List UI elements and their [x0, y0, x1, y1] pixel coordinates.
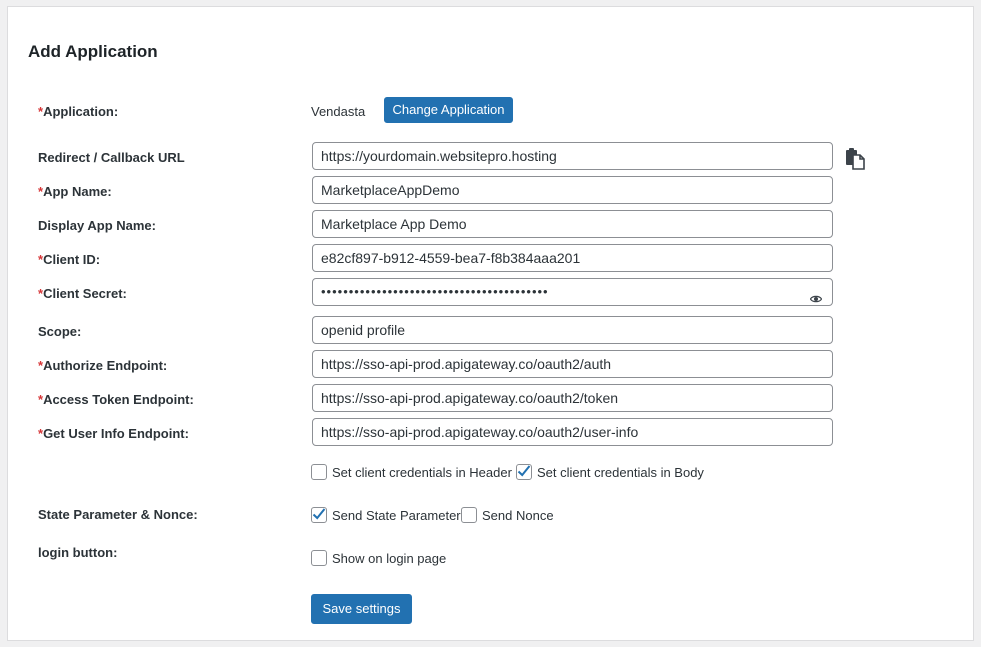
access-token-endpoint-label: *Access Token Endpoint: [38, 392, 194, 407]
application-value: Vendasta [311, 104, 366, 119]
change-application-button[interactable]: Change Application [384, 97, 513, 123]
display-app-name-label: Display App Name: [38, 218, 156, 233]
credentials-header-option[interactable]: Set client credentials in Header [311, 464, 512, 480]
access-token-endpoint-input[interactable]: https://sso-api-prod.apigateway.co/oauth… [312, 384, 833, 412]
client-secret-input[interactable]: ••••••••••••••••••••••••••••••••••••••••… [312, 278, 833, 306]
clipboard-copy-icon[interactable] [845, 148, 865, 170]
send-nonce-option[interactable]: Send Nonce [461, 507, 554, 523]
user-info-endpoint-label: *Get User Info Endpoint: [38, 426, 189, 441]
authorize-endpoint-input[interactable]: https://sso-api-prod.apigateway.co/oauth… [312, 350, 833, 378]
page-title: Add Application [28, 42, 158, 61]
application-label: *Application: [38, 104, 119, 119]
scope-input[interactable]: openid profile [312, 316, 833, 344]
credentials-body-option[interactable]: Set client credentials in Body [516, 464, 704, 480]
checkmark-icon [312, 508, 326, 520]
authorize-endpoint-label: *Authorize Endpoint: [38, 358, 168, 373]
state-nonce-label: State Parameter & Nonce: [38, 507, 198, 522]
login-button-label: login button: [38, 545, 118, 560]
redirect-url-label: Redirect / Callback URL [38, 150, 185, 165]
eye-icon[interactable] [809, 287, 823, 303]
send-state-option[interactable]: Send State Parameter [311, 507, 461, 523]
app-name-input[interactable]: MarketplaceAppDemo [312, 176, 833, 204]
client-id-label: *Client ID: [38, 252, 101, 267]
display-app-name-input[interactable]: Marketplace App Demo [312, 210, 833, 238]
credentials-header-checkbox[interactable] [311, 464, 327, 480]
scope-label: Scope: [38, 324, 82, 339]
app-name-label: *App Name: [38, 184, 112, 199]
redirect-url-input[interactable]: https://yourdomain.websitepro.hosting [312, 142, 833, 170]
client-secret-label: *Client Secret: [38, 286, 127, 301]
client-id-input[interactable]: e82cf897-b912-4559-bea7-f8b384aaa201 [312, 244, 833, 272]
client-secret-value: ••••••••••••••••••••••••••••••••••••••••… [321, 284, 549, 299]
show-login-option[interactable]: Show on login page [311, 550, 446, 566]
checkmark-icon [517, 465, 531, 477]
send-state-checkbox[interactable] [311, 507, 327, 523]
send-nonce-checkbox[interactable] [461, 507, 477, 523]
save-settings-button[interactable]: Save settings [311, 594, 412, 624]
add-application-panel: Add Application *Application: Vendasta C… [7, 6, 974, 641]
show-login-checkbox[interactable] [311, 550, 327, 566]
user-info-endpoint-input[interactable]: https://sso-api-prod.apigateway.co/oauth… [312, 418, 833, 446]
credentials-body-checkbox[interactable] [516, 464, 532, 480]
